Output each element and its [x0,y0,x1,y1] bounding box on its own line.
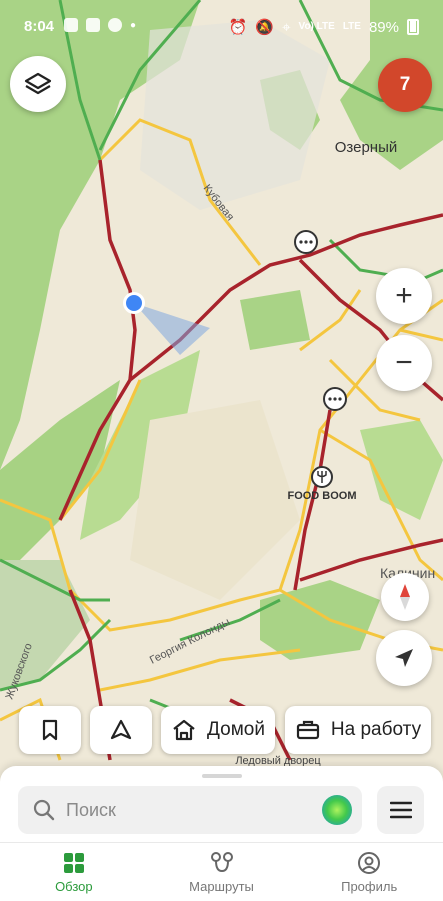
layers-button[interactable] [10,56,66,112]
home-route-button[interactable]: Домой [161,706,275,754]
zoom-out-button[interactable]: − [376,335,432,391]
search-placeholder[interactable]: Поиск [66,800,322,821]
navigator-button[interactable] [90,706,152,754]
gallery-icon [64,18,78,32]
tab-overview[interactable]: Обзор [0,843,148,901]
mute-icon: 🔕 [255,19,275,36]
sheet-handle[interactable] [202,774,242,778]
grid-icon [63,852,84,873]
minus-icon: − [395,346,413,379]
tab-routes-label: Маршруты [189,878,254,894]
briefcase-icon [296,720,320,740]
compass-button[interactable] [381,573,429,621]
chat-marker-1[interactable] [294,230,318,254]
alice-voice-icon[interactable] [322,795,352,825]
tab-profile-label: Профиль [341,878,398,894]
app-icon [108,18,122,32]
chat-marker-2[interactable] [323,387,347,411]
map-label-food-boom: FOOD BOOM [287,490,356,502]
menu-button[interactable] [377,786,424,834]
triangle-icon [110,719,132,740]
plus-icon: + [395,279,413,312]
bookmarks-button[interactable] [19,706,81,754]
restaurant-marker[interactable] [311,466,333,488]
tab-profile[interactable]: Профиль [295,843,443,901]
notification-icons: ● [64,18,136,32]
hamburger-icon [389,801,412,819]
status-bar: 8:04 ● ⏰ 🔕 ⌖ Vo) LTE LTE 89% [0,0,443,44]
map-view[interactable]: Озерный Кубовая FOOD BOOM Георгия Колонд… [0,0,443,900]
bookmark-icon [42,719,58,741]
alarm-icon: ⏰ [228,19,248,36]
layers-icon [24,72,52,95]
network-label: Vo) LTE [298,21,335,32]
work-label: На работу [330,719,422,740]
search-bar[interactable]: Поиск [18,786,362,834]
traffic-level-badge[interactable]: 7 [378,58,432,112]
work-route-button[interactable]: На работу [285,706,431,754]
home-label: Домой [207,719,265,740]
wb-icon [86,18,100,32]
location-status-icon: ⌖ [282,18,291,36]
tab-bar: Обзор Маршруты Профиль [0,842,443,901]
tab-overview-label: Обзор [55,878,93,894]
tab-routes[interactable]: Маршруты [148,843,296,901]
home-icon [173,719,195,741]
profile-icon [358,851,381,874]
battery-percent: 89% [368,18,399,36]
routes-icon [210,851,233,872]
battery-icon [407,19,419,35]
zoom-in-button[interactable]: + [376,268,432,324]
status-time: 8:04 [24,18,55,35]
search-icon [33,799,55,821]
network-label-2: LTE [342,21,361,32]
my-location-button[interactable] [376,630,432,686]
dot-icon: ● [130,19,137,31]
map-label-ozerny: Озерный [335,139,398,156]
navigation-arrow-icon [395,649,413,667]
status-right: ⏰ 🔕 ⌖ Vo) LTE LTE 89% [229,18,419,36]
compass-icon [400,584,410,610]
